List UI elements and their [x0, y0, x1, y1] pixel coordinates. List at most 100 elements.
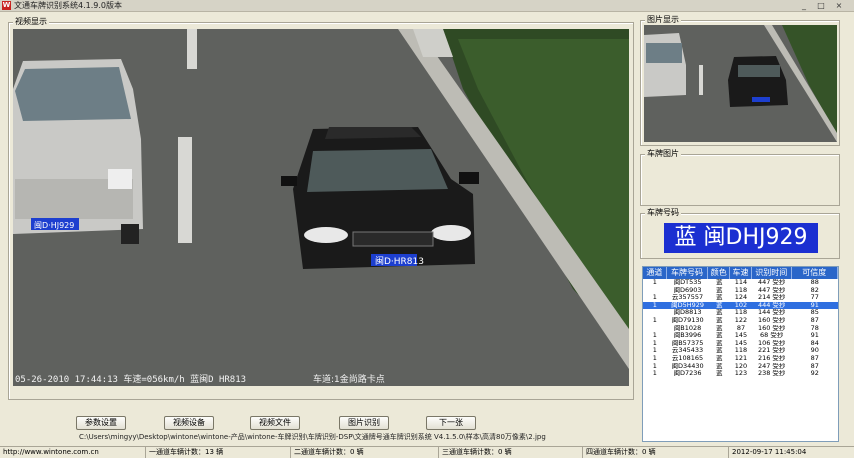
column-header-color[interactable]: 颜色: [708, 267, 731, 279]
column-header-lane[interactable]: 通道: [643, 267, 667, 279]
settings-button[interactable]: 参数设置: [76, 416, 126, 430]
cell-text: 87: [810, 362, 819, 370]
car-plate-text: 闽D·HR813: [375, 255, 424, 267]
table-cell: 1: [643, 332, 667, 340]
table-cell: 84: [791, 340, 838, 348]
cell-text: 闽D8813: [673, 309, 702, 317]
table-row[interactable]: 1 云357557 蓝 124 214 受抄 77: [643, 294, 838, 302]
cell-text: 蓝: [715, 286, 723, 294]
cell-text: 蓝: [715, 279, 723, 286]
video-display: 闽D·HR813 闽D·HJ929 05-26-2010 17:44:13 车速…: [13, 29, 629, 386]
table-cell: 87: [791, 355, 838, 363]
cell-text: 受抄: [772, 354, 786, 362]
table-row[interactable]: 1 闽D5H929 蓝 102 444 受抄 91: [643, 301, 838, 310]
cell-text: 121: [734, 354, 748, 362]
table-cell: 1: [643, 370, 667, 378]
table-cell: 238 受抄: [752, 370, 792, 378]
column-header-plate[interactable]: 车牌号码: [667, 267, 709, 279]
cell-text: 受抄: [772, 294, 786, 302]
column-header-time[interactable]: 识别时间: [752, 267, 792, 279]
cell-text: 118: [734, 309, 748, 317]
plate-image-group-label: 车牌图片: [645, 149, 681, 159]
table-cell: 蓝: [708, 309, 730, 317]
table-row[interactable]: 1 云108165 蓝 121 216 受抄 87: [643, 355, 838, 363]
minimize-icon[interactable]: _: [797, 0, 811, 11]
cell-text: 受抄: [772, 309, 786, 317]
table-cell: 蓝: [708, 340, 730, 348]
table-cell: 85: [791, 309, 838, 317]
cell-text: 闽D6903: [673, 286, 702, 294]
results-rows: 1 闽DT535 蓝 114 447 受抄 88 闽D6903 蓝 118 447 受抄 82 1 云357…: [643, 279, 838, 378]
status-website: http://www.wintone.com.cn: [3, 448, 99, 456]
table-cell: 145: [730, 340, 752, 348]
cell-text: 78: [810, 324, 819, 332]
results-list[interactable]: 通道 车牌号码 颜色 车速 识别时间 可信度 1 闽DT535 蓝 114 447 受抄 8…: [642, 266, 839, 442]
table-row[interactable]: 1 闽B57375 蓝 145 106 受抄 84: [643, 340, 838, 348]
cell-text: 蓝: [715, 316, 723, 324]
cell-text: 1: [652, 370, 657, 378]
table-row[interactable]: 1 闽DT535 蓝 114 447 受抄 88: [643, 279, 838, 287]
table-cell: 160 受抄: [752, 317, 792, 325]
table-cell: 蓝: [708, 325, 730, 333]
video-lane-overlay: 车道:1金尚路卡点: [313, 375, 385, 385]
cell-text: 蓝: [715, 362, 723, 370]
table-cell: 87: [730, 325, 752, 333]
table-cell: 闽D34430: [667, 363, 709, 371]
table-row[interactable]: 1 云345433 蓝 118 221 受抄 90: [643, 347, 838, 355]
status-lane2-count: 二通道车辆计数：0 辆: [290, 447, 438, 458]
cell-text: 闽D79130: [671, 316, 704, 324]
table-cell: 1: [643, 317, 667, 325]
table-cell: 145: [730, 332, 752, 340]
image-recognition-button[interactable]: 图片识别: [339, 416, 389, 430]
cell-text: 214: [757, 294, 771, 302]
van-plate-text: 闽D·HJ929: [34, 221, 74, 230]
cell-text: 蓝: [715, 324, 723, 332]
table-cell: 106 受抄: [752, 340, 792, 348]
table-row[interactable]: 1 闽B3996 蓝 145 68 受抄 91: [643, 332, 838, 340]
cell-text: 68: [760, 332, 769, 340]
cell-text: 247: [757, 362, 771, 370]
video-device-button[interactable]: 视频设备: [164, 416, 214, 430]
image-thumbnail: [644, 25, 837, 142]
video-timestamp-overlay: 05-26-2010 17:44:13 车速=056km/h 蓝闽D HR813: [15, 375, 247, 385]
table-cell: 1: [643, 294, 667, 302]
cell-text: 77: [810, 294, 819, 302]
cell-text: 85: [810, 309, 819, 317]
column-header-confidence[interactable]: 可信度: [792, 267, 838, 279]
next-image-button[interactable]: 下一张: [426, 416, 476, 430]
table-row[interactable]: 闽B1028 蓝 87 160 受抄 78: [643, 325, 838, 333]
table-row[interactable]: 1 闽D79130 蓝 122 160 受抄 87: [643, 317, 838, 325]
cell-text: 受抄: [772, 324, 786, 332]
table-cell: 蓝: [708, 332, 730, 340]
cell-text: 145: [734, 332, 748, 340]
cell-text: 1: [652, 301, 657, 309]
table-cell: 124: [730, 294, 752, 302]
cell-text: 受抄: [772, 286, 786, 294]
video-file-button[interactable]: 视频文件: [250, 416, 300, 430]
column-header-speed[interactable]: 车速: [730, 267, 752, 279]
table-cell: 91: [791, 302, 838, 310]
maximize-icon[interactable]: □: [814, 0, 828, 11]
table-cell: 77: [791, 294, 838, 302]
table-cell: 78: [791, 325, 838, 333]
cell-text: 1: [652, 316, 657, 324]
table-row[interactable]: 闽D8813 蓝 118 144 受抄 85: [643, 309, 838, 317]
table-cell: 121: [730, 355, 752, 363]
table-cell: 闽D7236: [667, 370, 709, 378]
video-group-label: 视频显示: [13, 17, 49, 27]
close-icon[interactable]: ×: [832, 0, 846, 11]
table-cell: 120: [730, 363, 752, 371]
table-cell: 蓝: [708, 287, 730, 295]
van-graphic: [13, 59, 143, 244]
table-cell: 闽D5H929: [667, 302, 709, 310]
table-row[interactable]: 1 闽D34430 蓝 120 247 受抄 87: [643, 363, 838, 371]
table-cell: 蓝: [708, 294, 730, 302]
table-cell: 92: [791, 370, 838, 378]
table-row[interactable]: 1 闽D7236 蓝 123 238 受抄 92: [643, 370, 838, 378]
table-cell: 444 受抄: [752, 302, 792, 310]
cell-text: 82: [810, 286, 819, 294]
table-row[interactable]: 闽D6903 蓝 118 447 受抄 82: [643, 287, 838, 295]
cell-text: 闽B1028: [673, 324, 702, 332]
cell-text: 91: [810, 301, 819, 309]
plate-image-group: 车牌图片: [640, 149, 840, 206]
